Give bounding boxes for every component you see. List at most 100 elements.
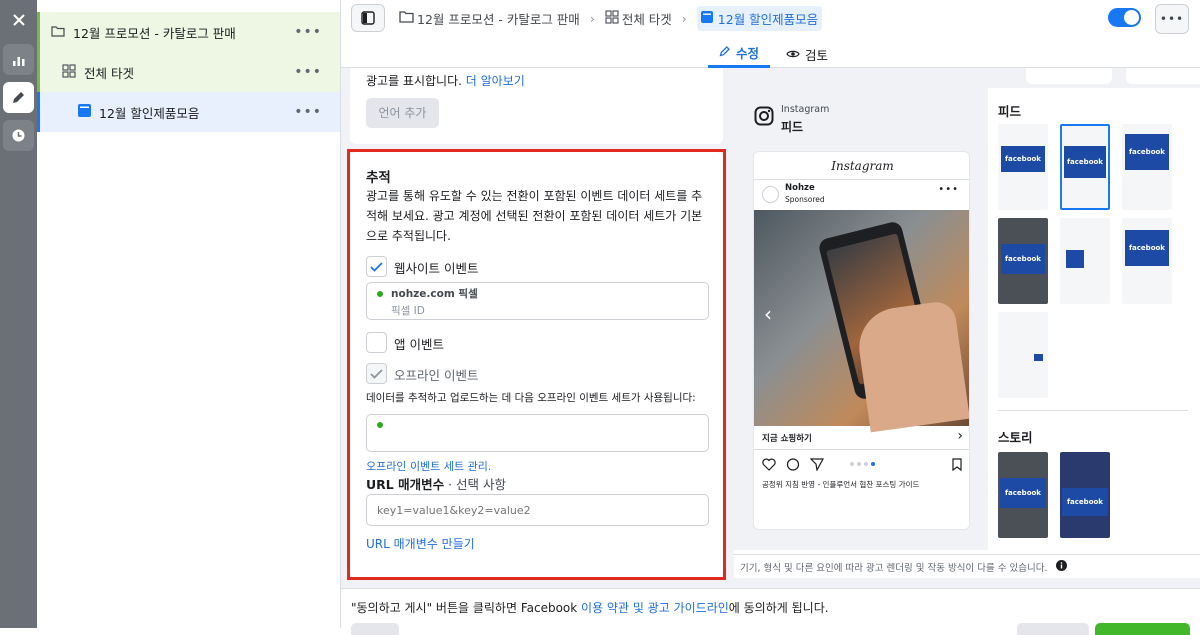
chevron-right-icon: › — [589, 10, 595, 26]
tab-review-label: 검토 — [804, 47, 828, 63]
account-name: Nohze — [785, 183, 815, 193]
pixel-box[interactable]: nohze.com 픽셀 픽셀 ID — [366, 282, 709, 320]
feed-placement-video[interactable]: facebook — [998, 218, 1048, 304]
preview-area: Instagram 피드 Instagram Nohze Sponsored •… — [734, 88, 988, 550]
feed-placement-instagram-selected[interactable]: facebook — [1060, 124, 1110, 210]
website-events-checkbox[interactable] — [366, 256, 387, 277]
story-placement-instagram[interactable]: facebook — [1060, 452, 1110, 538]
url-params-label: URL 매개변수 — [366, 477, 445, 492]
url-params-input[interactable] — [366, 494, 709, 526]
adset-name: 전체 타겟 — [84, 65, 134, 81]
campaign-more-button[interactable]: ••• — [294, 24, 322, 40]
cta-row[interactable]: 지금 쇼핑하기 › — [754, 426, 969, 450]
clock-icon[interactable] — [3, 120, 34, 151]
pixel-id: 픽셀 ID — [391, 305, 425, 317]
build-url-link[interactable]: URL 매개변수 만들기 — [366, 535, 475, 552]
preview-top-strip — [734, 68, 1200, 88]
tab-review[interactable]: 검토 — [777, 40, 837, 68]
breadcrumb: 12월 프로모션 - 카탈로그 판매 › 전체 타겟 › 12월 할인제품모음 — [399, 5, 823, 31]
add-language-button[interactable]: 언어 추가 — [366, 98, 439, 128]
manage-offline-link[interactable]: 오프라인 이벤트 세트 관리. — [366, 458, 491, 474]
close-icon[interactable] — [3, 4, 34, 35]
bar-chart-icon[interactable] — [3, 44, 34, 75]
grid-icon — [605, 9, 619, 27]
adset-more-button[interactable]: ••• — [294, 64, 322, 80]
app-events-label: 앱 이벤트 — [394, 337, 444, 352]
language-text: 광고를 표시합니다. — [366, 74, 462, 88]
breadcrumb-adset[interactable]: 전체 타겟 — [622, 9, 672, 28]
terms-prefix: "동의하고 게시" 버튼을 클릭하면 Facebook — [351, 601, 582, 615]
grid-icon — [62, 63, 76, 81]
terms-link[interactable]: 이용 약관 및 광고 가이드라인 — [581, 601, 729, 615]
tracking-title: 추적 — [366, 170, 391, 186]
preview-platform: Instagram — [781, 104, 830, 115]
ad-form: 광고를 표시합니다. 더 알아보기 언어 추가 추적 광고를 통해 유도할 수 … — [341, 68, 735, 588]
left-rail — [0, 0, 37, 628]
tree-item-adset[interactable]: 전체 타겟 ••• — [37, 52, 340, 92]
close-button[interactable] — [1017, 623, 1089, 635]
pencil-icon[interactable] — [3, 82, 34, 113]
post-actions — [762, 458, 962, 474]
app-events-checkbox[interactable] — [366, 332, 387, 353]
tree-item-ad[interactable]: 12월 할인제품모음 ••• — [37, 92, 340, 132]
ad-name: 12월 할인제품모음 — [99, 105, 200, 121]
breadcrumb-ad-pill[interactable]: 12월 할인제품모음 — [696, 5, 823, 31]
website-events-label: 웹사이트 이벤트 — [394, 261, 479, 276]
ad-more-button[interactable]: ••• — [294, 104, 322, 120]
bookmark-icon[interactable] — [952, 458, 962, 474]
preview-footer: 기기, 형식 및 다른 요인에 따라 광고 렌더링 및 작동 방식이 다를 수 … — [734, 554, 1200, 578]
preview-footer-note: 기기, 형식 및 다른 요인에 따라 광고 렌더링 및 작동 방식이 다를 수 … — [740, 562, 1048, 574]
placement-brand: facebook — [1064, 146, 1106, 178]
pencil-icon — [719, 45, 731, 60]
folder-icon — [399, 10, 414, 26]
placements-column: 피드 facebook facebook facebook facebook f… — [988, 88, 1200, 550]
tab-edit-label: 수정 — [735, 46, 759, 61]
post-more-icon[interactable]: ••• — [938, 184, 959, 195]
carousel-dots — [850, 462, 875, 466]
instagram-icon — [754, 106, 774, 129]
offline-events-checkbox[interactable] — [366, 363, 387, 384]
comment-icon[interactable] — [786, 458, 800, 474]
story-placement-facebook[interactable]: facebook — [998, 452, 1048, 538]
stories-heading: 스토리 — [998, 430, 1033, 445]
offline-set-box[interactable] — [366, 414, 709, 452]
optional-label: · 선택 사항 — [444, 477, 506, 492]
placement-brand: facebook — [1000, 478, 1046, 508]
feed-placement-explore[interactable] — [1060, 218, 1110, 304]
share-icon[interactable] — [809, 458, 825, 474]
breadcrumb-campaign[interactable]: 12월 프로모션 - 카탈로그 판매 — [417, 9, 580, 28]
placement-thumb — [1034, 354, 1043, 361]
ad-preview-panel: Instagram 피드 Instagram Nohze Sponsored •… — [734, 68, 1200, 578]
campaign-tree: 12월 프로모션 - 카탈로그 판매 ••• 전체 타겟 ••• 12월 할인제… — [37, 0, 341, 628]
ad-square-icon — [700, 10, 713, 26]
publish-toggle[interactable] — [1108, 8, 1141, 27]
feed-placement-marketplace[interactable]: facebook — [1122, 124, 1172, 210]
instagram-wordmark: Instagram — [831, 159, 894, 173]
url-params-heading: URL 매개변수 · 선택 사항 — [366, 474, 506, 493]
tree-item-campaign[interactable]: 12월 프로모션 - 카탈로그 판매 ••• — [37, 12, 340, 52]
post-caption: 공정위 지침 반영 - 인플루언서 협찬 포스팅 가이드 — [762, 480, 920, 489]
offline-events-label: 오프라인 이벤트 — [394, 368, 479, 383]
status-dot — [377, 291, 383, 297]
info-icon[interactable] — [1055, 559, 1067, 574]
chevron-left-icon[interactable]: ‹ — [764, 302, 772, 326]
ad-square-icon — [78, 104, 91, 120]
chevron-right-icon: › — [681, 10, 687, 26]
folder-icon — [51, 25, 65, 40]
heart-icon[interactable] — [762, 458, 776, 474]
discard-button[interactable] — [351, 623, 399, 635]
publish-button[interactable] — [1095, 623, 1190, 635]
placement-thumb — [1066, 250, 1084, 268]
learn-more-link[interactable]: 더 알아보기 — [466, 74, 525, 88]
avatar — [762, 186, 779, 203]
bottom-bar: "동의하고 게시" 버튼을 클릭하면 Facebook 이용 약관 및 광고 가… — [341, 588, 1200, 635]
feed-placement-search[interactable]: facebook — [1122, 218, 1172, 304]
section-divider — [998, 410, 1188, 411]
feed-placement-facebook[interactable]: facebook — [998, 124, 1048, 210]
more-options-button[interactable]: ••• — [1155, 4, 1189, 34]
tab-edit[interactable]: 수정 — [708, 40, 770, 68]
language-card: 광고를 표시합니다. 더 알아보기 언어 추가 — [350, 68, 723, 144]
sidebar-toggle-icon[interactable] — [351, 4, 385, 32]
placement-brand: facebook — [1001, 244, 1045, 274]
feed-placement-right-column[interactable] — [998, 312, 1048, 398]
